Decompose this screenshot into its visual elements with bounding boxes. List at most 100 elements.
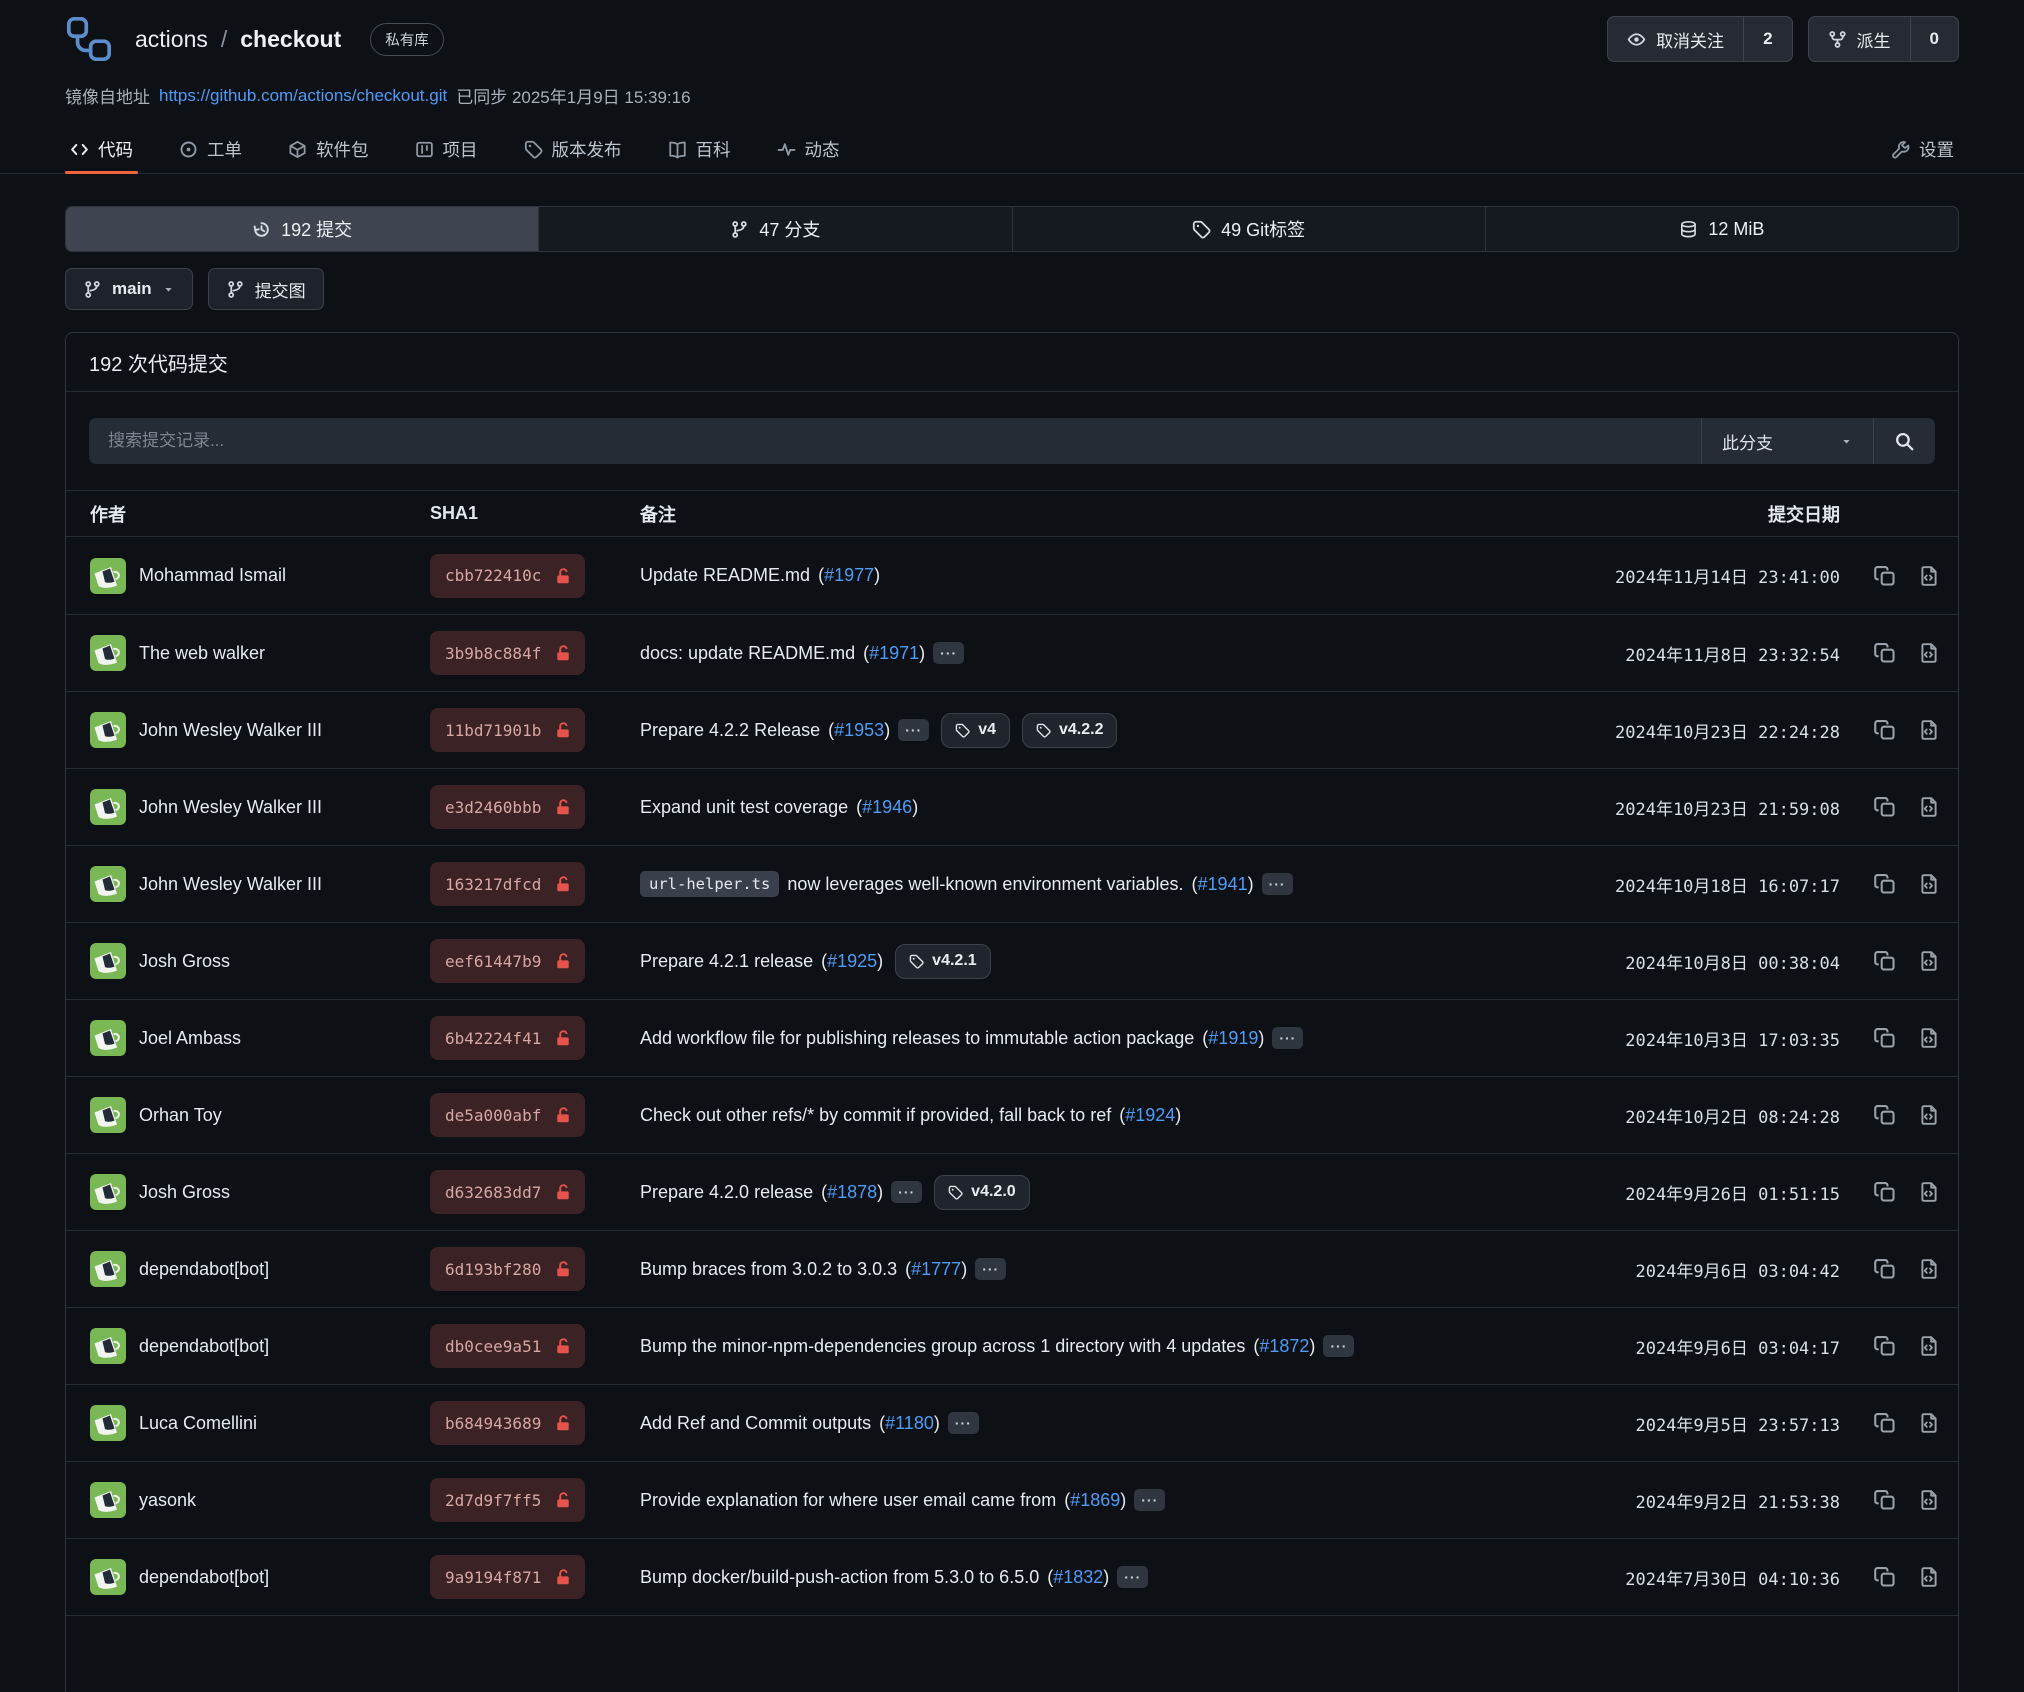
copy-sha-button[interactable] [1874, 796, 1896, 818]
commit-sha-badge[interactable]: 6b42224f41 [430, 1016, 585, 1060]
avatar[interactable] [90, 789, 126, 825]
unwatch-button[interactable]: 取消关注 2 [1607, 16, 1792, 62]
browse-source-button[interactable] [1918, 719, 1940, 741]
browse-source-button[interactable] [1918, 1181, 1940, 1203]
copy-sha-button[interactable] [1874, 1181, 1896, 1203]
search-button[interactable] [1873, 418, 1935, 464]
avatar[interactable] [90, 1097, 126, 1133]
avatar[interactable] [90, 1405, 126, 1441]
mirror-url-link[interactable]: https://github.com/actions/checkout.git [159, 86, 447, 106]
avatar[interactable] [90, 1020, 126, 1056]
issue-link[interactable]: #1971 [869, 643, 919, 663]
branch-scope-select[interactable]: 此分支 [1701, 418, 1873, 464]
expand-commit-body-button[interactable]: ··· [891, 1181, 922, 1203]
copy-sha-button[interactable] [1874, 1566, 1896, 1588]
repo-owner-link[interactable]: actions [135, 26, 208, 53]
commit-sha-badge[interactable]: 2d7d9f7ff5 [430, 1478, 585, 1522]
browse-source-button[interactable] [1918, 1104, 1940, 1126]
issue-link[interactable]: #1777 [911, 1259, 961, 1279]
tab-projects[interactable]: 项目 [410, 126, 483, 173]
tab-issues[interactable]: 工单 [174, 126, 247, 173]
tab-wiki[interactable]: 百科 [663, 126, 736, 173]
tab-activity[interactable]: 动态 [772, 126, 845, 173]
commit-sha-badge[interactable]: db0cee9a51 [430, 1324, 585, 1368]
browse-source-button[interactable] [1918, 873, 1940, 895]
commit-author-link[interactable]: John Wesley Walker III [90, 789, 430, 825]
copy-sha-button[interactable] [1874, 1027, 1896, 1049]
copy-sha-button[interactable] [1874, 1489, 1896, 1511]
watch-count[interactable]: 2 [1743, 17, 1791, 61]
repo-name-link[interactable]: checkout [240, 26, 341, 53]
expand-commit-body-button[interactable]: ··· [1262, 873, 1293, 895]
avatar[interactable] [90, 943, 126, 979]
browse-source-button[interactable] [1918, 950, 1940, 972]
copy-sha-button[interactable] [1874, 950, 1896, 972]
commit-sha-badge[interactable]: 163217dfcd [430, 862, 585, 906]
commit-sha-badge[interactable]: 3b9b8c884f [430, 631, 585, 675]
browse-source-button[interactable] [1918, 1027, 1940, 1049]
tab-settings[interactable]: 设置 [1886, 126, 1959, 173]
copy-sha-button[interactable] [1874, 873, 1896, 895]
expand-commit-body-button[interactable]: ··· [948, 1412, 979, 1434]
commit-sha-badge[interactable]: b684943689 [430, 1401, 585, 1445]
tag-badge[interactable]: v4.2.2 [1022, 713, 1117, 748]
tag-badge[interactable]: v4 [941, 713, 1010, 748]
issue-link[interactable]: #1878 [827, 1182, 877, 1202]
copy-sha-button[interactable] [1874, 1412, 1896, 1434]
stat-repo-size[interactable]: 12 MiB [1485, 207, 1958, 251]
copy-sha-button[interactable] [1874, 565, 1896, 587]
commit-author-link[interactable]: Luca Comellini [90, 1405, 430, 1441]
stat-git-tags[interactable]: 49 Git标签 [1012, 207, 1485, 251]
stat-branches[interactable]: 47 分支 [538, 207, 1011, 251]
tab-releases[interactable]: 版本发布 [519, 126, 627, 173]
avatar[interactable] [90, 1174, 126, 1210]
copy-sha-button[interactable] [1874, 642, 1896, 664]
commit-author-link[interactable]: dependabot[bot] [90, 1251, 430, 1287]
commit-sha-badge[interactable]: eef61447b9 [430, 939, 585, 983]
commit-author-link[interactable]: The web walker [90, 635, 430, 671]
issue-link[interactable]: #1872 [1259, 1336, 1309, 1356]
commit-author-link[interactable]: Orhan Toy [90, 1097, 430, 1133]
commit-sha-badge[interactable]: e3d2460bbb [430, 785, 585, 829]
expand-commit-body-button[interactable]: ··· [1134, 1489, 1165, 1511]
issue-link[interactable]: #1925 [827, 951, 877, 971]
fork-count[interactable]: 0 [1910, 17, 1958, 61]
commit-sha-badge[interactable]: 6d193bf280 [430, 1247, 585, 1291]
commit-author-link[interactable]: Joel Ambass [90, 1020, 430, 1056]
commit-author-link[interactable]: yasonk [90, 1482, 430, 1518]
tab-code[interactable]: 代码 [65, 126, 138, 173]
search-commits-input[interactable] [89, 418, 1701, 464]
browse-source-button[interactable] [1918, 642, 1940, 664]
avatar[interactable] [90, 1328, 126, 1364]
commit-author-link[interactable]: John Wesley Walker III [90, 712, 430, 748]
issue-link[interactable]: #1180 [885, 1413, 934, 1433]
browse-source-button[interactable] [1918, 1335, 1940, 1357]
copy-sha-button[interactable] [1874, 719, 1896, 741]
avatar[interactable] [90, 1482, 126, 1518]
commit-sha-badge[interactable]: 9a9194f871 [430, 1555, 585, 1599]
issue-link[interactable]: #1869 [1070, 1490, 1120, 1510]
avatar[interactable] [90, 712, 126, 748]
browse-source-button[interactable] [1918, 1412, 1940, 1434]
issue-link[interactable]: #1953 [834, 720, 884, 740]
avatar[interactable] [90, 635, 126, 671]
commit-sha-badge[interactable]: d632683dd7 [430, 1170, 585, 1214]
copy-sha-button[interactable] [1874, 1258, 1896, 1280]
browse-source-button[interactable] [1918, 1566, 1940, 1588]
commit-author-link[interactable]: dependabot[bot] [90, 1559, 430, 1595]
commit-graph-button[interactable]: 提交图 [208, 268, 324, 310]
avatar[interactable] [90, 866, 126, 902]
copy-sha-button[interactable] [1874, 1104, 1896, 1126]
browse-source-button[interactable] [1918, 796, 1940, 818]
expand-commit-body-button[interactable]: ··· [1117, 1566, 1148, 1588]
commit-author-link[interactable]: Josh Gross [90, 1174, 430, 1210]
commit-sha-badge[interactable]: de5a000abf [430, 1093, 585, 1137]
tab-packages[interactable]: 软件包 [283, 126, 374, 173]
expand-commit-body-button[interactable]: ··· [975, 1258, 1006, 1280]
browse-source-button[interactable] [1918, 1489, 1940, 1511]
commit-author-link[interactable]: Josh Gross [90, 943, 430, 979]
avatar[interactable] [90, 1559, 126, 1595]
expand-commit-body-button[interactable]: ··· [1323, 1335, 1354, 1357]
browse-source-button[interactable] [1918, 1258, 1940, 1280]
tag-badge[interactable]: v4.2.0 [934, 1175, 1029, 1210]
